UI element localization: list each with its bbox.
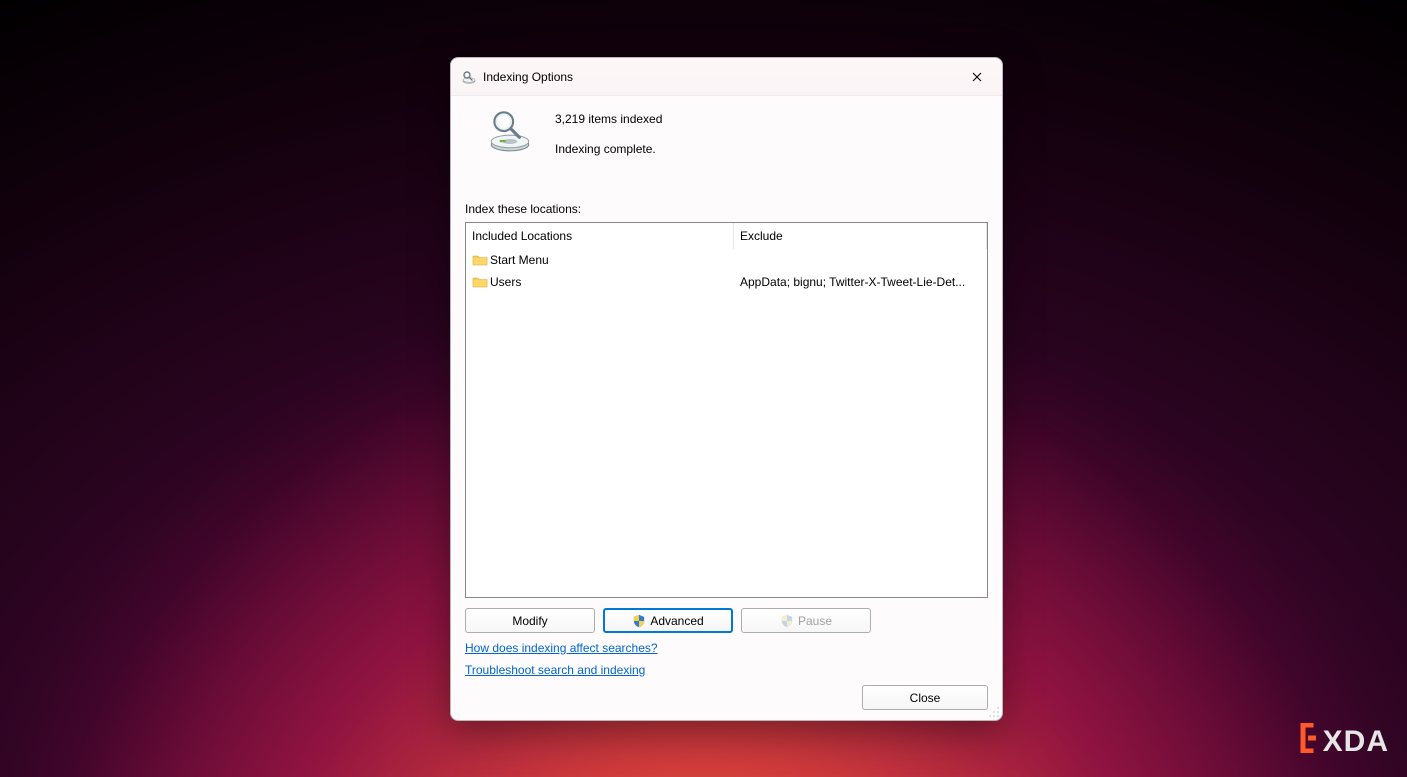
column-exclude[interactable]: Exclude <box>734 223 987 249</box>
row-name: Start Menu <box>490 253 549 267</box>
folder-icon <box>472 252 488 268</box>
column-included[interactable]: Included Locations <box>466 223 734 249</box>
advanced-label: Advanced <box>650 614 703 628</box>
close-label: Close <box>910 691 941 705</box>
close-dialog-button[interactable]: Close <box>862 685 988 710</box>
shield-icon <box>632 614 646 628</box>
pause-button: Pause <box>741 608 871 633</box>
folder-icon <box>472 274 488 290</box>
resize-grip-icon[interactable] <box>988 706 1000 718</box>
row-name: Users <box>490 275 521 289</box>
modify-button[interactable]: Modify <box>465 608 595 633</box>
modify-label: Modify <box>512 614 547 628</box>
watermark-text: XDA <box>1323 725 1389 759</box>
list-header: Included Locations Exclude <box>466 223 987 249</box>
dialog-title: Indexing Options <box>483 70 958 84</box>
xda-watermark: XDA <box>1299 723 1389 761</box>
close-button[interactable] <box>958 62 996 92</box>
indexing-state-label: Indexing complete. <box>555 142 662 156</box>
desktop-background: Indexing Options <box>0 0 1407 777</box>
list-row[interactable]: Start Menu <box>466 249 987 271</box>
help-link[interactable]: How does indexing affect searches? <box>465 641 658 655</box>
advanced-button[interactable]: Advanced <box>603 608 733 633</box>
shield-icon <box>780 614 794 628</box>
pause-label: Pause <box>798 614 832 628</box>
titlebar[interactable]: Indexing Options <box>451 58 1002 96</box>
close-icon <box>972 72 982 82</box>
indexing-icon <box>461 69 477 85</box>
items-indexed-label: 3,219 items indexed <box>555 112 662 126</box>
list-body: Start Menu Users <box>466 249 987 597</box>
index-locations-label: Index these locations: <box>465 202 988 216</box>
row-exclude: AppData; bignu; Twitter-X-Tweet-Lie-Det.… <box>734 275 987 289</box>
troubleshoot-link[interactable]: Troubleshoot search and indexing <box>465 663 645 677</box>
locations-listbox[interactable]: Included Locations Exclude Start <box>465 222 988 598</box>
status-area: 3,219 items indexed Indexing complete. <box>465 104 988 156</box>
indexing-large-icon <box>465 105 555 155</box>
list-row[interactable]: Users AppData; bignu; Twitter-X-Tweet-Li… <box>466 271 987 293</box>
bracket-icon <box>1299 723 1317 761</box>
indexing-options-dialog: Indexing Options <box>450 57 1003 721</box>
